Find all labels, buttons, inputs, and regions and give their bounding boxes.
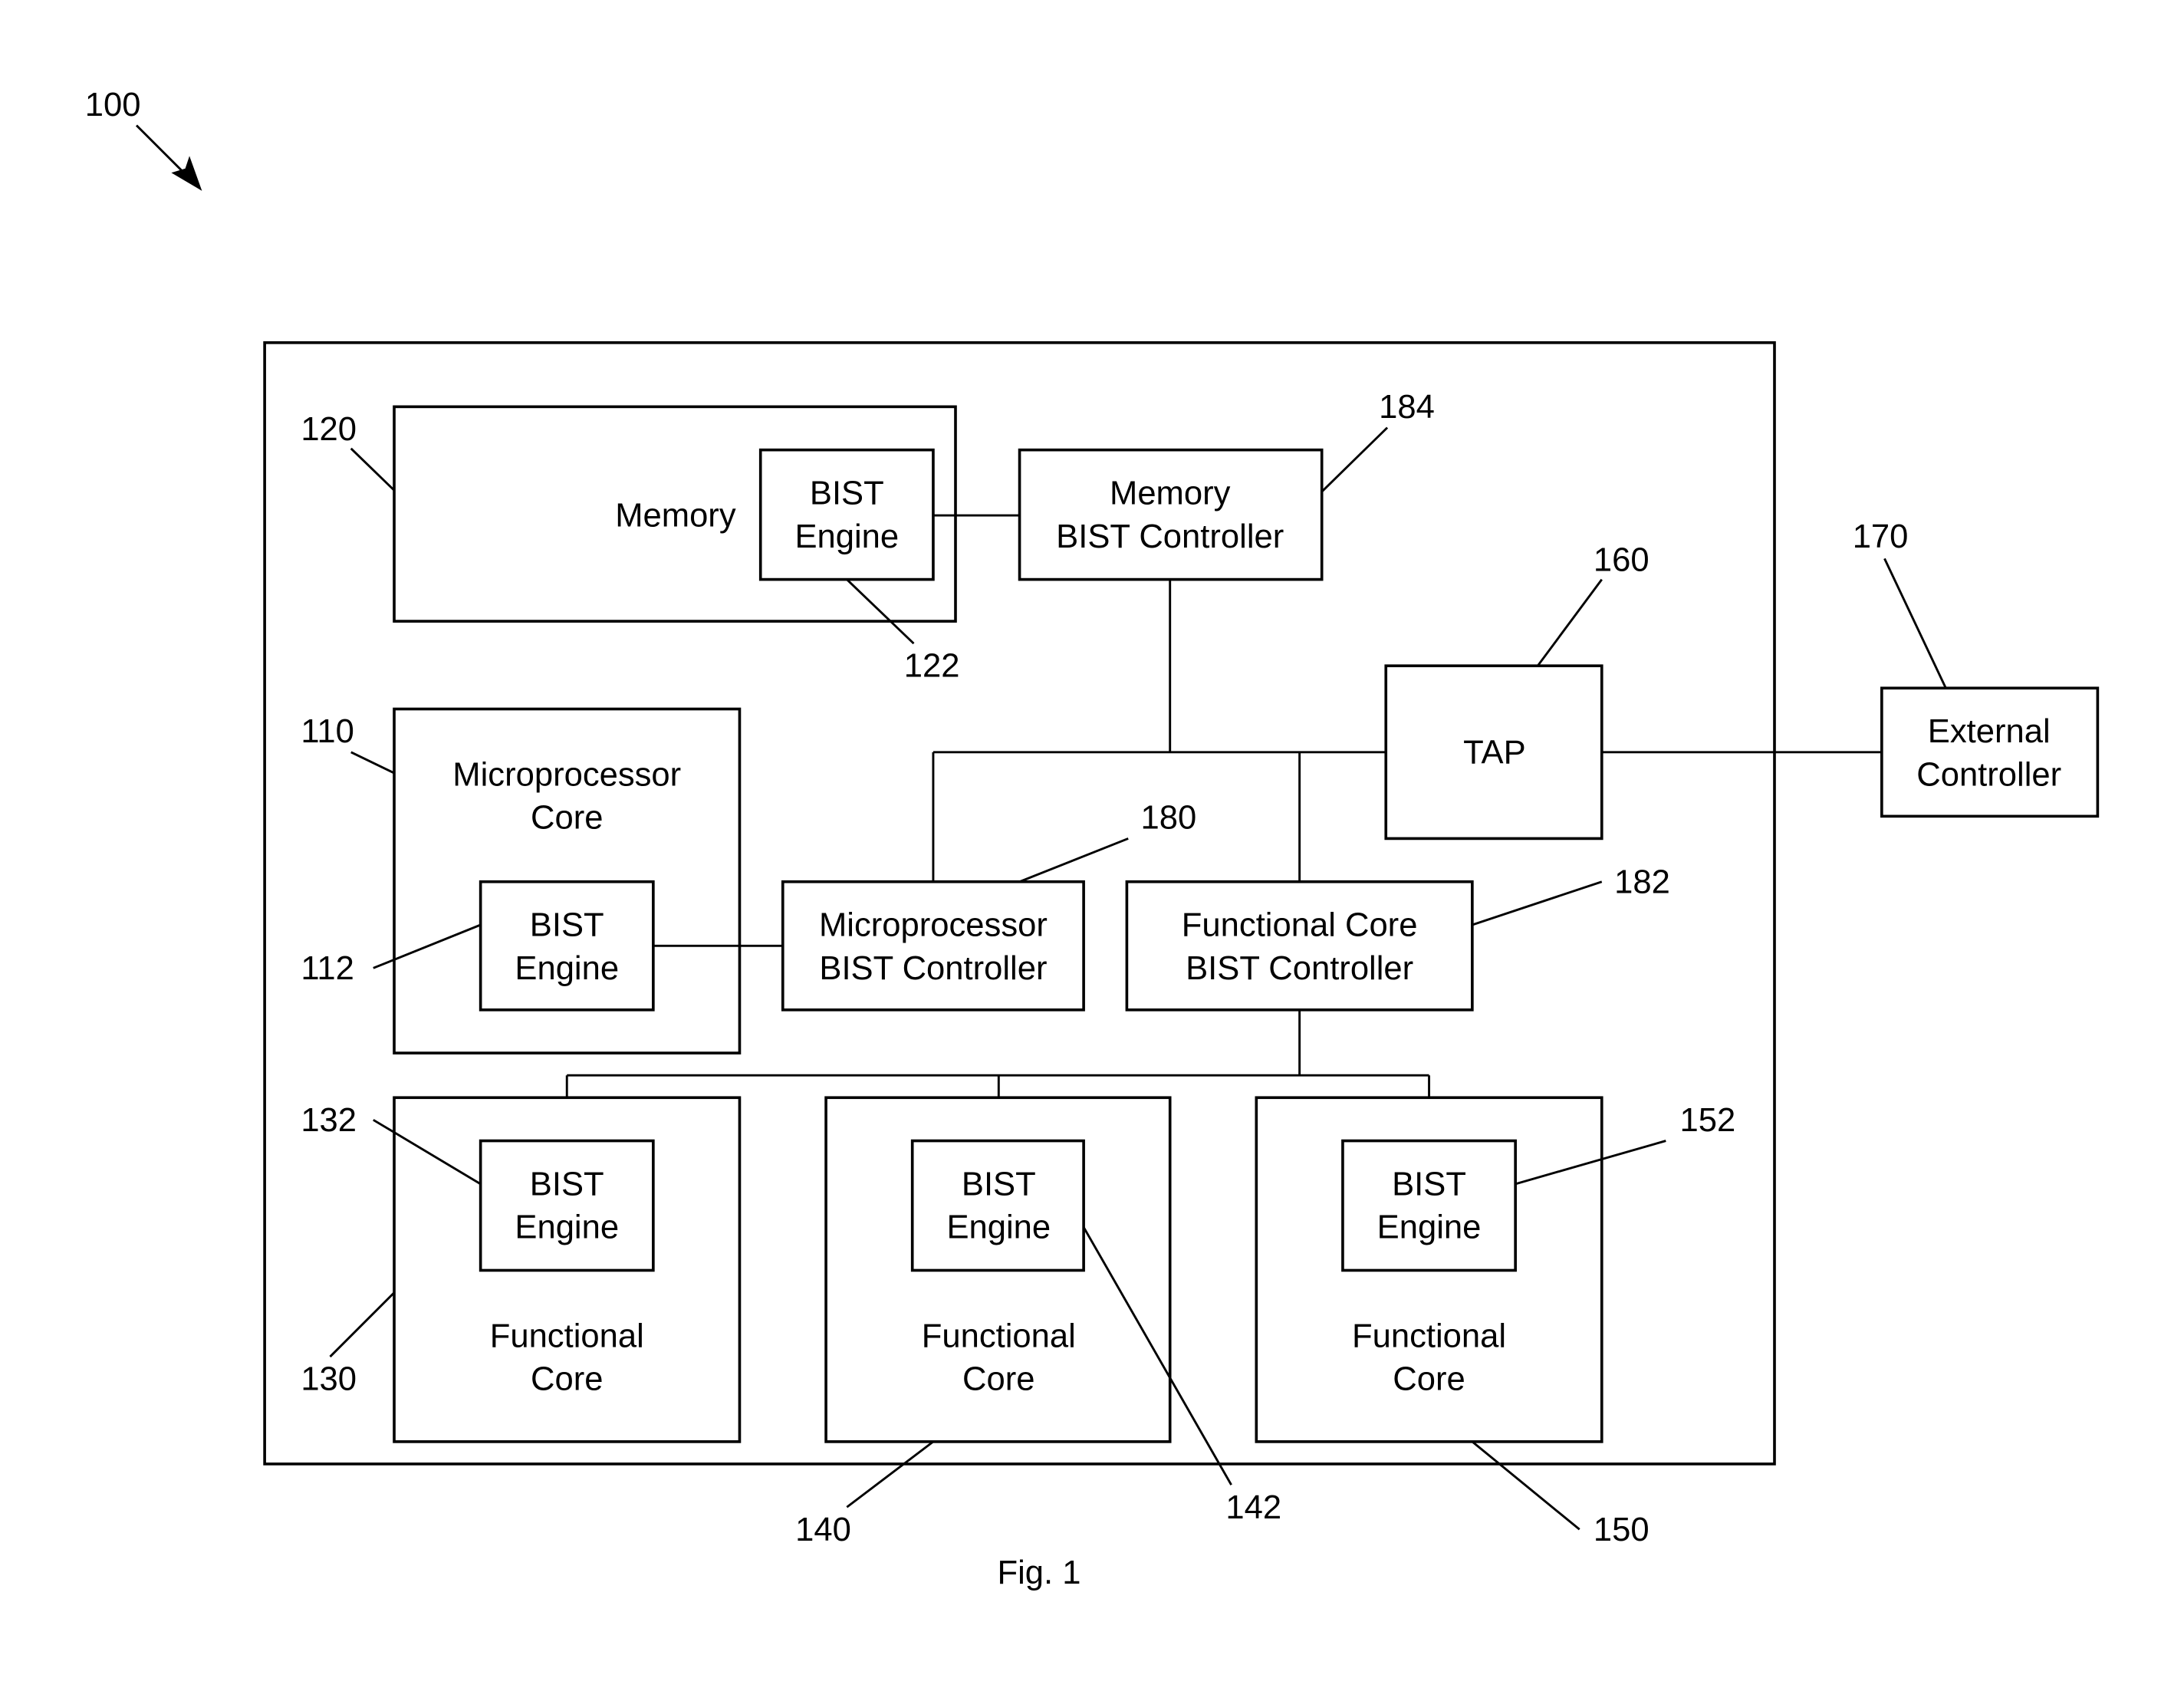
ref-label-182: 182 bbox=[1614, 864, 1670, 900]
memory-bist-engine-label-1: BIST bbox=[810, 475, 884, 512]
memory-bist-controller-label-2: BIST Controller bbox=[1056, 518, 1284, 555]
ref-label-120: 120 bbox=[301, 411, 357, 448]
bist-engine-152-label-2: Engine bbox=[1377, 1209, 1482, 1246]
functional-core-bist-controller-label-2: BIST Controller bbox=[1186, 950, 1413, 987]
functional-core-130-label-1: Functional bbox=[490, 1318, 644, 1354]
functional-core-140-label-2: Core bbox=[962, 1361, 1034, 1398]
memory-bist-engine-block[interactable]: BIST Engine bbox=[758, 448, 935, 581]
functional-core-150-label-1: Functional bbox=[1352, 1318, 1506, 1354]
ref-label-140: 140 bbox=[795, 1512, 851, 1548]
patent-figure: 100 Memory BIST Engine 120 122 Memory BI… bbox=[85, 87, 2100, 1591]
ref-label-184: 184 bbox=[1379, 389, 1435, 426]
memory-bist-controller-label-1: Memory bbox=[1110, 475, 1231, 512]
figure-caption: Fig. 1 bbox=[997, 1554, 1080, 1591]
functional-core-140-label-1: Functional bbox=[922, 1318, 1076, 1354]
leader-170 bbox=[1883, 558, 1947, 689]
ref-label-110: 110 bbox=[301, 713, 354, 750]
functional-core-140-bist-engine-block[interactable]: BIST Engine bbox=[910, 1139, 1085, 1272]
functional-core-bist-controller-label-1: Functional Core bbox=[1182, 907, 1418, 944]
microprocessor-bist-controller-box[interactable] bbox=[781, 880, 1085, 1012]
memory-label: Memory bbox=[615, 498, 736, 535]
microprocessor-core-label-1: Microprocessor bbox=[452, 756, 681, 793]
memory-bist-engine-label-2: Engine bbox=[794, 518, 899, 555]
external-controller-label-2: Controller bbox=[1916, 756, 2061, 793]
arrow-head-icon bbox=[171, 156, 202, 191]
memory-bist-engine-box[interactable] bbox=[758, 448, 935, 581]
bist-engine-142-box[interactable] bbox=[910, 1139, 1085, 1272]
bist-engine-152-box[interactable] bbox=[1341, 1139, 1517, 1272]
ref-label-112: 112 bbox=[301, 950, 354, 987]
microprocessor-bist-engine-label-2: Engine bbox=[515, 950, 619, 987]
ref-label-180: 180 bbox=[1141, 800, 1197, 837]
ref-label-170: 170 bbox=[1853, 518, 1909, 555]
ref-label-150: 150 bbox=[1594, 1512, 1650, 1548]
microprocessor-bist-engine-label-1: BIST bbox=[530, 907, 604, 944]
bist-engine-132-box[interactable] bbox=[479, 1139, 655, 1272]
ref-label-130: 130 bbox=[301, 1361, 357, 1398]
bist-engine-142-label-2: Engine bbox=[946, 1209, 1051, 1246]
ref-label-132: 132 bbox=[301, 1102, 357, 1139]
functional-core-130-bist-engine-block[interactable]: BIST Engine bbox=[479, 1139, 655, 1272]
memory-bist-controller-block[interactable]: Memory BIST Controller bbox=[1018, 448, 1324, 581]
functional-core-150-label-2: Core bbox=[1393, 1361, 1465, 1398]
external-controller-label-1: External bbox=[1928, 713, 2051, 750]
bist-engine-132-label-2: Engine bbox=[515, 1209, 619, 1246]
functional-core-bist-controller-box[interactable] bbox=[1125, 880, 1474, 1012]
microprocessor-bist-controller-label-1: Microprocessor bbox=[819, 907, 1048, 944]
ref-label-160: 160 bbox=[1594, 542, 1650, 579]
bist-engine-132-label-1: BIST bbox=[530, 1166, 604, 1202]
ref-label-100: 100 bbox=[85, 87, 141, 123]
bist-engine-142-label-1: BIST bbox=[962, 1166, 1036, 1202]
memory-bist-controller-box[interactable] bbox=[1018, 448, 1324, 581]
external-controller-block[interactable]: External Controller bbox=[1880, 686, 2100, 818]
microprocessor-bist-controller-block[interactable]: Microprocessor BIST Controller bbox=[781, 880, 1085, 1012]
microprocessor-core-label-2: Core bbox=[531, 800, 603, 837]
ref-100-group: 100 bbox=[85, 87, 202, 191]
microprocessor-bist-controller-label-2: BIST Controller bbox=[819, 950, 1047, 987]
ref-label-142: 142 bbox=[1225, 1489, 1281, 1526]
bist-engine-152-label-1: BIST bbox=[1392, 1166, 1466, 1202]
functional-core-130-label-2: Core bbox=[531, 1361, 603, 1398]
microprocessor-bist-engine-block[interactable]: BIST Engine bbox=[479, 880, 655, 1012]
microprocessor-bist-engine-box[interactable] bbox=[479, 880, 655, 1012]
functional-core-bist-controller-block[interactable]: Functional Core BIST Controller bbox=[1125, 880, 1474, 1012]
ref-label-152: 152 bbox=[1679, 1102, 1735, 1139]
external-controller-box[interactable] bbox=[1880, 686, 2100, 818]
tap-block[interactable]: TAP bbox=[1384, 664, 1603, 841]
functional-core-150-bist-engine-block[interactable]: BIST Engine bbox=[1341, 1139, 1517, 1272]
ref-label-122: 122 bbox=[904, 648, 960, 685]
tap-label: TAP bbox=[1463, 734, 1526, 771]
